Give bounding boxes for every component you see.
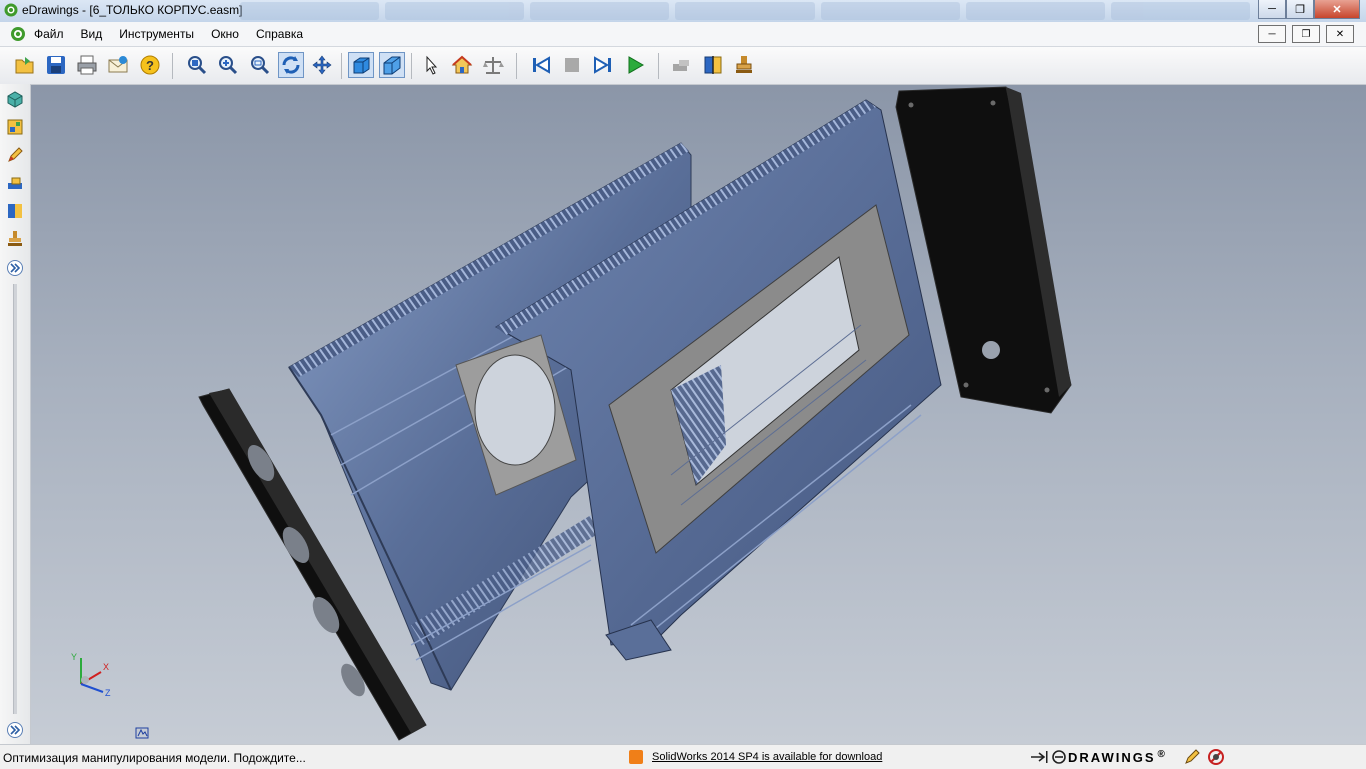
left-toolbar: [0, 84, 31, 744]
open-icon[interactable]: [12, 52, 38, 78]
window-title: eDrawings - [6_ТОЛЬКО КОРПУС.easm]: [22, 3, 243, 17]
section-icon[interactable]: [700, 52, 726, 78]
edrawings-logo-icon: [1052, 750, 1066, 764]
menu-window[interactable]: Окно: [211, 27, 239, 41]
edrawings-brand-logo: DRAWINGS ®: [1030, 748, 1165, 766]
arrow-icon: [1031, 751, 1048, 763]
rss-icon: [629, 750, 643, 764]
measure-icon[interactable]: [480, 52, 506, 78]
axis-z-label: Z: [105, 688, 111, 698]
play-icon[interactable]: [622, 52, 648, 78]
background-taskbar: [240, 2, 1250, 20]
window-minimize-button[interactable]: ─: [1258, 0, 1286, 19]
brand-text: DRAWINGS: [1068, 749, 1156, 765]
expand-panel-icon[interactable]: [4, 257, 26, 279]
markup-pencil-icon[interactable]: [1184, 749, 1200, 765]
svg-text:?: ?: [146, 58, 154, 73]
help-icon[interactable]: ?: [137, 52, 163, 78]
update-available-link[interactable]: SolidWorks 2014 SP4 is available for dow…: [652, 751, 882, 763]
sidebar-stamp-icon[interactable]: [4, 228, 26, 250]
save-icon[interactable]: [43, 52, 69, 78]
no-markup-icon[interactable]: [1208, 749, 1224, 765]
exploded-enclosure-model: [198, 86, 1072, 741]
window-maximize-button[interactable]: ❐: [1286, 0, 1314, 19]
model-viewport[interactable]: Y X Z: [31, 85, 1366, 744]
previous-icon[interactable]: [528, 52, 554, 78]
zoom-to-area-icon[interactable]: [247, 52, 273, 78]
select-icon[interactable]: [418, 52, 444, 78]
document-icon[interactable]: [10, 26, 26, 42]
window-close-button[interactable]: ✕: [1314, 0, 1360, 19]
next-icon[interactable]: [590, 52, 616, 78]
markup-icon[interactable]: [668, 52, 694, 78]
menu-bar: Файл Вид Инструменты Окно Справка ─ ❐ ✕: [0, 22, 1366, 47]
stamp-icon[interactable]: [731, 52, 757, 78]
axis-triad: Y X Z: [71, 652, 111, 698]
main-toolbar: ?: [0, 47, 1366, 85]
home-icon[interactable]: [449, 52, 475, 78]
zoom-to-fit-icon[interactable]: [184, 52, 210, 78]
expand-bottom-icon[interactable]: [4, 719, 26, 741]
sidebar-measure-icon[interactable]: [4, 172, 26, 194]
axis-y-label: Y: [71, 652, 77, 662]
stop-icon[interactable]: [559, 52, 585, 78]
menu-tools[interactable]: Инструменты: [119, 27, 194, 41]
brand-registered-mark: ®: [1157, 748, 1165, 760]
sidebar-splitter[interactable]: [13, 284, 17, 714]
status-bar: Оптимизация манипулирования модели. Подо…: [0, 744, 1366, 769]
status-message: Оптимизация манипулирования модели. Подо…: [3, 751, 306, 765]
send-icon[interactable]: [105, 52, 131, 78]
document-close-button[interactable]: ✕: [1326, 25, 1354, 43]
perspective-icon[interactable]: [379, 52, 405, 78]
menu-file[interactable]: Файл: [34, 27, 64, 41]
print-icon[interactable]: [74, 52, 100, 78]
shaded-view-icon[interactable]: [348, 52, 374, 78]
document-restore-button[interactable]: ❐: [1292, 25, 1320, 43]
components-icon[interactable]: [4, 88, 26, 110]
zoom-in-out-icon[interactable]: [215, 52, 241, 78]
document-minimize-button[interactable]: ─: [1258, 25, 1286, 43]
pan-icon[interactable]: [309, 52, 335, 78]
menu-help[interactable]: Справка: [256, 27, 303, 41]
view-orientation-mark-icon: [135, 727, 149, 739]
rotate-icon[interactable]: [278, 52, 304, 78]
menu-view[interactable]: Вид: [81, 27, 103, 41]
sidebar-section-icon[interactable]: [4, 200, 26, 222]
edrawings-app-icon: [4, 3, 18, 17]
configurations-icon[interactable]: [4, 116, 26, 138]
sidebar-markup-icon[interactable]: [4, 144, 26, 166]
axis-x-label: X: [103, 662, 109, 672]
title-bar: eDrawings - [6_ТОЛЬКО КОРПУС.easm] ─ ❐ ✕: [0, 0, 1366, 23]
